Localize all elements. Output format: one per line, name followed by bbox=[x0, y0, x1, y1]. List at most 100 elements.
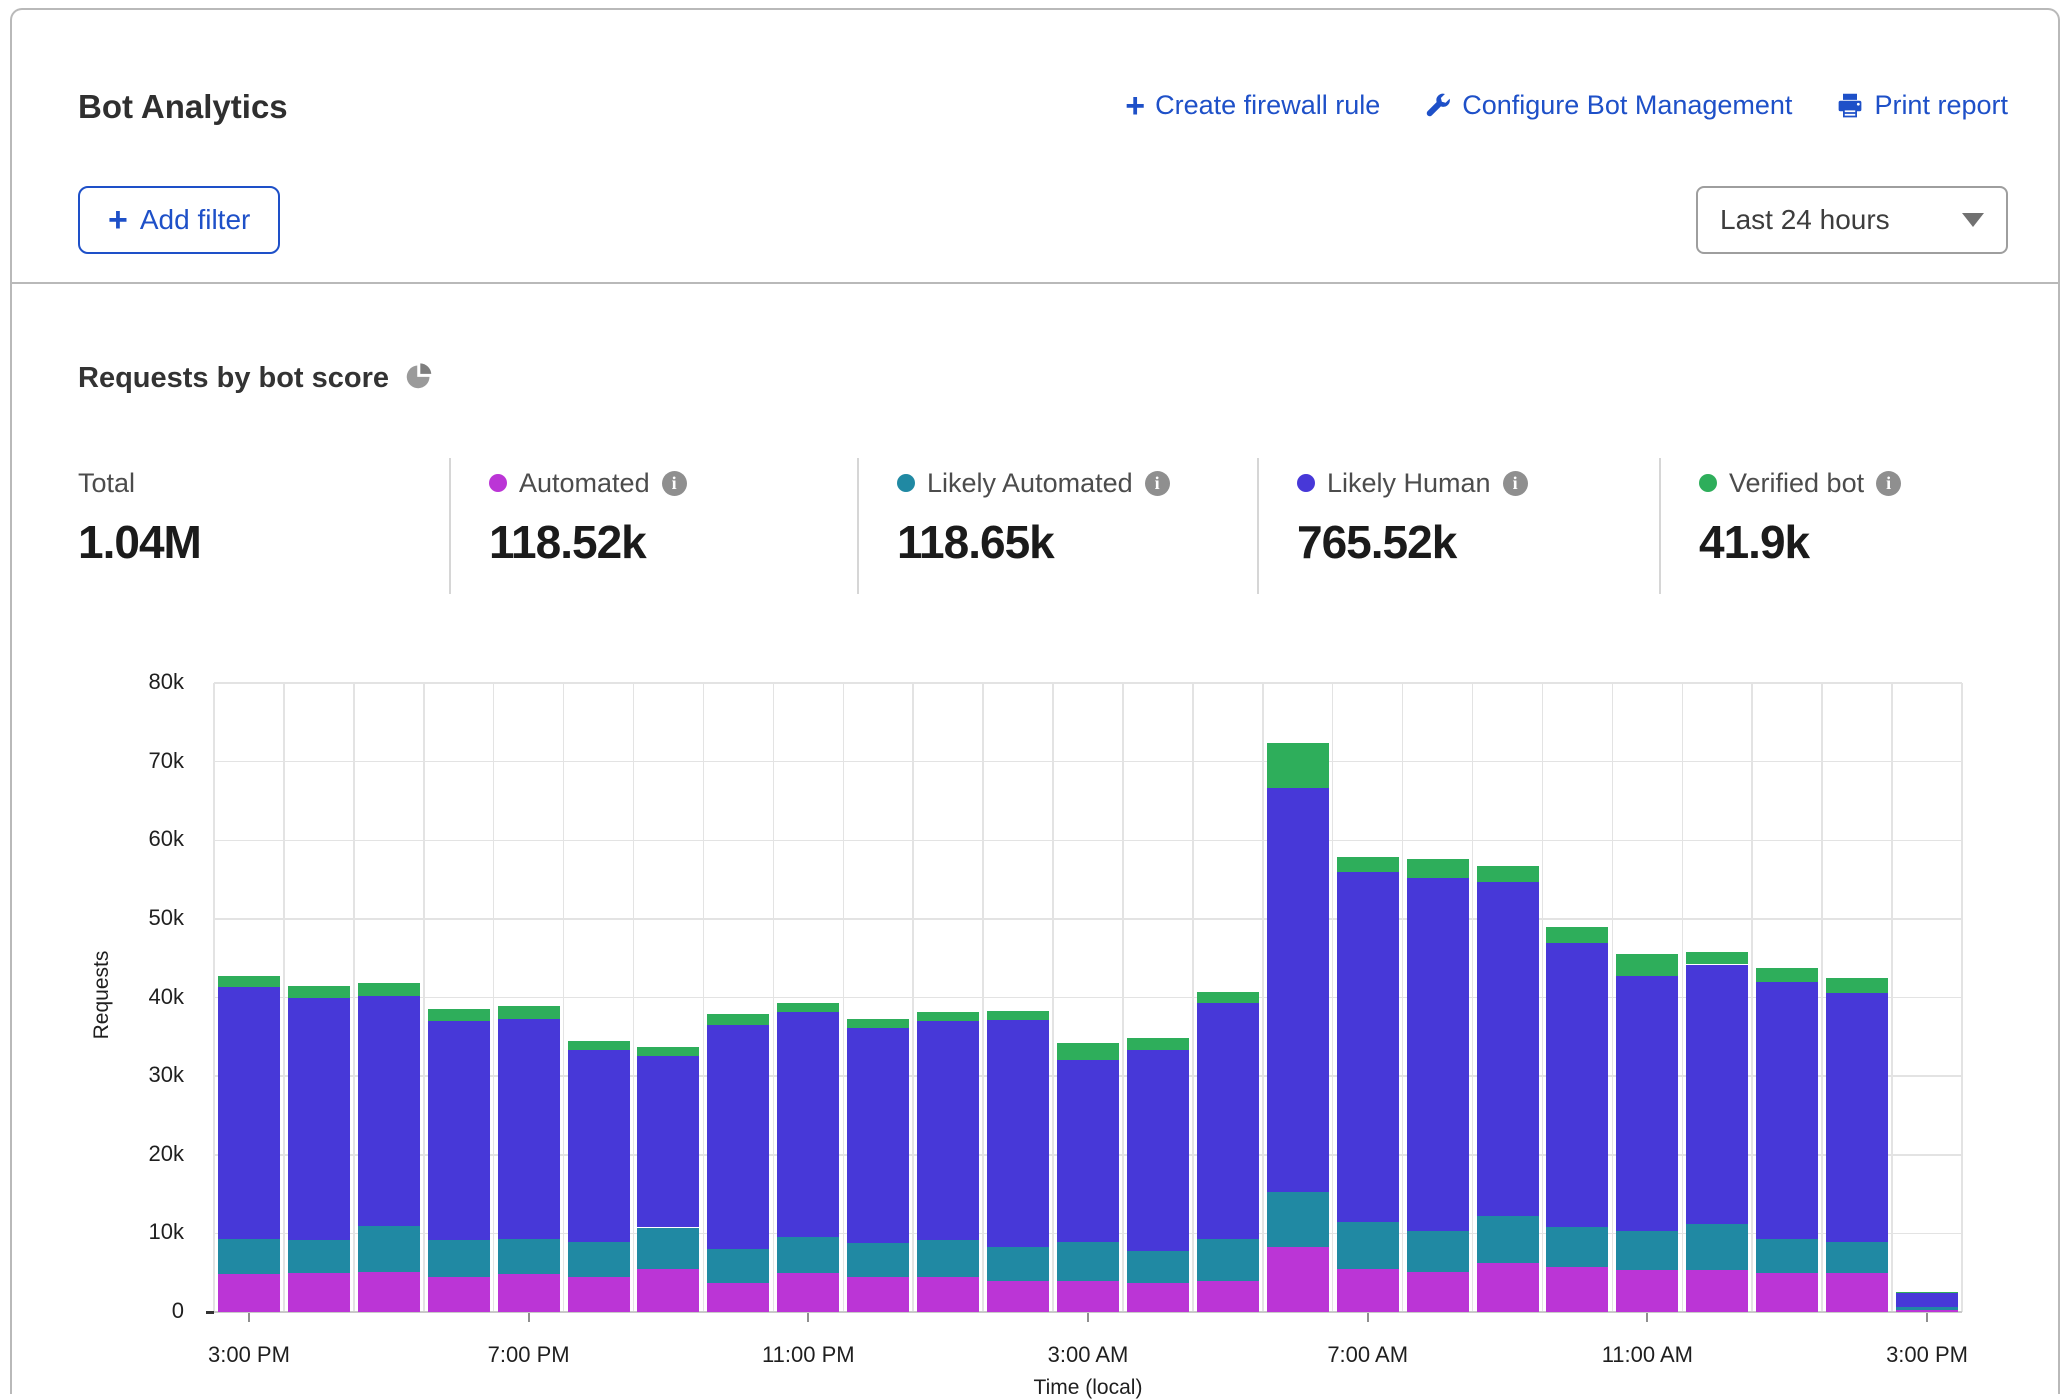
bar-segment-automated bbox=[218, 1274, 280, 1312]
v-gridline bbox=[1821, 683, 1823, 1312]
bar-segment-likely-human bbox=[1337, 872, 1399, 1223]
stat-likely-automated[interactable]: Likely Automatedi118.65k bbox=[897, 465, 1170, 569]
bar-10-00-am[interactable] bbox=[1546, 927, 1608, 1312]
bar-3-00-pm[interactable] bbox=[218, 976, 280, 1313]
time-range-select[interactable]: Last 24 hours bbox=[1696, 186, 2008, 254]
bar-4-00-pm[interactable] bbox=[288, 986, 350, 1312]
bar-segment-likely-human bbox=[568, 1050, 630, 1242]
info-icon[interactable]: i bbox=[662, 471, 687, 496]
bar-segment-verified-bot bbox=[1127, 1038, 1189, 1051]
v-gridline bbox=[982, 683, 984, 1312]
print-report-label: Print report bbox=[1874, 90, 2008, 121]
bar-11-00-am[interactable] bbox=[1616, 954, 1678, 1312]
stat-total: Total1.04M bbox=[78, 465, 201, 569]
bar-9-00-pm[interactable] bbox=[637, 1047, 699, 1312]
bar-segment-likely-automated bbox=[498, 1239, 560, 1274]
bar-segment-verified-bot bbox=[1057, 1043, 1119, 1060]
bar-segment-verified-bot bbox=[1616, 954, 1678, 976]
v-gridline bbox=[1891, 683, 1893, 1312]
bar-1-00-pm[interactable] bbox=[1756, 968, 1818, 1312]
bar-8-00-am[interactable] bbox=[1407, 859, 1469, 1312]
stat-label-row: Likely Automatedi bbox=[897, 465, 1170, 501]
bar-segment-automated bbox=[1337, 1269, 1399, 1312]
v-gridline bbox=[912, 683, 914, 1312]
bar-12-00-pm[interactable] bbox=[1686, 952, 1748, 1312]
stat-divider bbox=[1257, 458, 1259, 594]
bar-segment-automated bbox=[637, 1269, 699, 1312]
stat-verified-bot[interactable]: Verified boti41.9k bbox=[1699, 465, 1901, 569]
pie-chart-icon bbox=[405, 362, 433, 395]
v-gridline bbox=[283, 683, 285, 1312]
bar-segment-likely-automated bbox=[777, 1237, 839, 1273]
bar-segment-verified-bot bbox=[358, 983, 420, 996]
bar-10-00-pm[interactable] bbox=[707, 1014, 769, 1312]
bar-6-00-pm[interactable] bbox=[428, 1009, 490, 1312]
x-tick bbox=[528, 1313, 530, 1322]
chart-plot-area bbox=[214, 683, 1962, 1312]
y-tick-label: 50k bbox=[104, 905, 184, 931]
create-firewall-rule-link[interactable]: + Create firewall rule bbox=[1125, 90, 1380, 121]
configure-bot-management-link[interactable]: Configure Bot Management bbox=[1424, 90, 1792, 121]
bar-segment-likely-automated bbox=[987, 1247, 1049, 1281]
bar-segment-likely-automated bbox=[917, 1240, 979, 1277]
x-tick-label: 7:00 AM bbox=[1288, 1342, 1448, 1368]
stat-automated[interactable]: Automatedi118.52k bbox=[489, 465, 687, 569]
stat-label-row: Verified boti bbox=[1699, 465, 1901, 501]
bar-3-00-pm[interactable] bbox=[1896, 1292, 1958, 1312]
stat-label-row: Likely Humani bbox=[1297, 465, 1528, 501]
bar-5-00-am[interactable] bbox=[1197, 992, 1259, 1312]
print-report-link[interactable]: Print report bbox=[1836, 90, 2008, 121]
bar-2-00-am[interactable] bbox=[987, 1011, 1049, 1312]
info-icon[interactable]: i bbox=[1145, 471, 1170, 496]
printer-icon bbox=[1836, 92, 1864, 120]
v-gridline bbox=[1052, 683, 1054, 1312]
v-gridline bbox=[1192, 683, 1194, 1312]
y-tick-label: 60k bbox=[104, 826, 184, 852]
bar-segment-verified-bot bbox=[777, 1003, 839, 1012]
y-tick-label: 40k bbox=[104, 984, 184, 1010]
info-icon[interactable]: i bbox=[1503, 471, 1528, 496]
stat-value: 1.04M bbox=[78, 515, 201, 569]
bar-8-00-pm[interactable] bbox=[568, 1041, 630, 1312]
h-gridline bbox=[214, 682, 1962, 684]
v-gridline bbox=[213, 683, 215, 1312]
y-axis-zero-tick bbox=[206, 1311, 214, 1314]
x-tick bbox=[1646, 1313, 1648, 1322]
bar-segment-automated bbox=[1057, 1281, 1119, 1312]
bar-segment-likely-human bbox=[707, 1025, 769, 1249]
bar-12-00-am[interactable] bbox=[847, 1019, 909, 1312]
bar-6-00-am[interactable] bbox=[1267, 743, 1329, 1312]
info-icon[interactable]: i bbox=[1876, 471, 1901, 496]
bar-7-00-pm[interactable] bbox=[498, 1006, 560, 1312]
x-tick-label: 3:00 AM bbox=[1008, 1342, 1168, 1368]
bar-segment-likely-human bbox=[1477, 882, 1539, 1216]
bar-3-00-am[interactable] bbox=[1057, 1043, 1119, 1312]
bar-5-00-pm[interactable] bbox=[358, 983, 420, 1312]
bar-segment-likely-human bbox=[288, 998, 350, 1241]
v-gridline bbox=[1122, 683, 1124, 1312]
bar-segment-automated bbox=[917, 1277, 979, 1312]
bar-segment-automated bbox=[1896, 1310, 1958, 1312]
add-filter-button[interactable]: + Add filter bbox=[78, 186, 280, 254]
section-title: Requests by bot score bbox=[78, 362, 389, 395]
bar-2-00-pm[interactable] bbox=[1826, 978, 1888, 1312]
v-gridline bbox=[353, 683, 355, 1312]
x-tick-label: 3:00 PM bbox=[169, 1342, 329, 1368]
stat-divider bbox=[857, 458, 859, 594]
header-actions: + Create firewall rule Configure Bot Man… bbox=[1125, 90, 2008, 121]
y-tick-label: 0 bbox=[104, 1298, 184, 1324]
bar-4-00-am[interactable] bbox=[1127, 1038, 1189, 1312]
wrench-icon bbox=[1424, 92, 1452, 120]
v-gridline bbox=[1472, 683, 1474, 1312]
bar-segment-likely-human bbox=[1896, 1292, 1958, 1306]
stat-likely-human[interactable]: Likely Humani765.52k bbox=[1297, 465, 1528, 569]
bar-segment-likely-human bbox=[917, 1021, 979, 1240]
bar-7-00-am[interactable] bbox=[1337, 857, 1399, 1312]
bar-segment-likely-automated bbox=[1197, 1239, 1259, 1281]
bar-1-00-am[interactable] bbox=[917, 1012, 979, 1312]
bar-11-00-pm[interactable] bbox=[777, 1003, 839, 1312]
bar-segment-likely-human bbox=[1616, 976, 1678, 1231]
bar-segment-likely-automated bbox=[288, 1240, 350, 1273]
bar-segment-likely-human bbox=[1057, 1060, 1119, 1242]
bar-9-00-am[interactable] bbox=[1477, 866, 1539, 1312]
